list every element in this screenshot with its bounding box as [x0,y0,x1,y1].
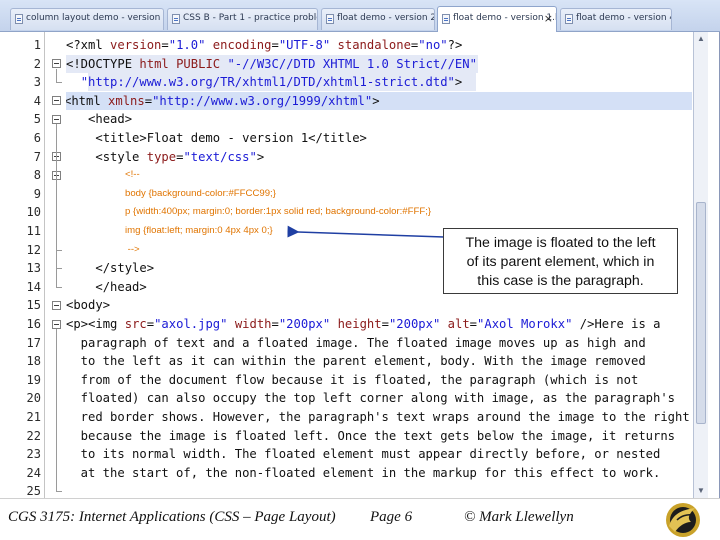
scroll-up-icon[interactable]: ▲ [694,32,708,46]
code-line: red border shows. However, the paragraph… [66,410,690,424]
line-number: 19 [26,372,41,387]
page-number: Page 6 [370,509,413,525]
code-line: to its normal width. The floated element… [66,447,661,462]
code-line: <?xml version="1.0" encoding="UTF-8" sta… [66,38,463,52]
fold-end [56,249,62,251]
html-file-icon [565,14,573,24]
callout-text-line: The image is floated to the left [465,235,656,251]
tab-column-layout-v2[interactable]: column layout demo - version 2.html [10,8,164,30]
line-number: 6 [33,131,41,145]
author-credit: © Mark Llewellyn [464,509,574,525]
line-number: 10 [26,205,41,220]
code-line: p {width:400px; margin:0; border:1px sol… [125,206,432,218]
tab-float-demo-v4[interactable]: float demo - version 4.html [560,8,672,30]
line-number: 8 [33,168,41,183]
line-number: 5 [33,112,41,127]
fold-end [56,268,62,270]
code-line: to the left as it can within the parent … [66,354,646,369]
line-number: 15 [26,298,41,313]
line-number: 17 [26,335,41,350]
code-line: <!DOCTYPE html PUBLIC "-//W3C//DTD XHTML… [66,56,477,71]
fold-end [56,286,62,288]
code-line: at the start of, the non-floated element… [66,465,661,480]
tab-label: float demo - version 1.html [453,13,556,23]
code-line: because the image is floated left. Once … [66,428,676,443]
line-number: 22 [26,428,41,443]
code-line: img {float:left; margin:0 4px 4px 0;} [125,225,273,236]
code-line: <title>Float demo - version 1</title> [95,131,367,145]
close-tab-icon[interactable]: × [544,12,553,26]
line-number: 9 [33,186,41,201]
scroll-down-icon[interactable]: ▼ [694,484,708,498]
code-line: </style> [95,261,155,276]
code-line: </head> [95,279,147,294]
tab-label: column layout demo - version 2.html [26,13,163,23]
code-line: from of the document flow because it is … [66,372,639,387]
code-line: paragraph of text and a floated image. T… [66,335,646,350]
tab-label: float demo - version 2.html [337,13,434,23]
code-line: "http://www.w3.org/TR/xhtml1/DTD/xhtml1-… [80,75,463,90]
line-number: 24 [26,465,41,480]
line-number: 14 [26,279,41,294]
callout-text-line: of its parent element, which in [466,254,655,270]
fold-toggle-icon[interactable] [52,114,61,124]
html-file-icon [15,14,23,24]
fold-toggle-icon[interactable] [52,96,61,106]
callout-text-line: this case is the paragraph. [477,273,644,289]
line-number-gutter: 1 2 3 4 5 6 7 8 9 10 11 12 13 14 15 16 17 18 19 20 21 22 23 24 2… [0,32,44,498]
tab-float-demo-v2[interactable]: float demo - version 2.html [321,8,435,30]
code-line: <head> [88,112,133,127]
code-line: --> [125,243,140,255]
callout-box: The image is floated to the left of its … [443,228,678,294]
code-line: <style type="text/css"> [95,149,265,164]
fold-toggle-icon[interactable] [52,319,61,329]
ucf-pegasus-logo-icon [655,500,713,538]
code-line: <p><img src="axol.jpg" width="200px" hei… [66,317,661,331]
course-title: CGS 3175: Internet Applications (CSS – P… [8,509,336,525]
fold-guide [56,329,57,492]
fold-end [56,82,62,84]
tab-label: CSS B - Part 1 - practice problem 3.html [183,13,317,23]
line-number: 18 [26,354,41,369]
line-number: 16 [26,317,41,331]
code-line: <body> [66,298,111,313]
line-number: 12 [26,242,41,257]
line-number: 2 [33,56,41,71]
slide-footer: CGS 3175: Internet Applications (CSS – P… [0,498,720,540]
line-number: 21 [26,410,41,424]
line-number: 7 [33,149,41,164]
line-number: 1 [33,38,41,52]
line-number: 11 [26,224,41,238]
fold-end [56,491,62,493]
line-number: 23 [26,447,41,462]
fold-guide [56,180,57,250]
tab-label: float demo - version 4.html [576,13,671,23]
html-file-icon [172,14,180,24]
tab-css-b-part1[interactable]: CSS B - Part 1 - practice problem 3.html [167,8,318,30]
tab-bar: column layout demo - version 2.html CSS … [0,0,720,32]
line-number: 4 [33,93,41,108]
code-line: <html xmlns="http://www.w3.org/1999/xhtm… [66,91,692,111]
line-number: 20 [26,391,41,406]
fold-toggle-icon[interactable] [52,59,61,69]
html-file-icon [326,14,334,24]
code-line: floated) can also occupy the top left co… [66,391,676,406]
fold-toggle-icon[interactable] [52,300,61,310]
gutter-divider [44,32,45,498]
scrollbar-thumb[interactable] [696,202,706,424]
vertical-scrollbar[interactable]: ▲ ▼ [693,32,708,498]
tab-float-demo-v1[interactable]: float demo - version 1.html × [437,6,557,32]
code-line: body {background-color:#FFCC99;} [125,187,276,199]
code-line: <!-- [125,169,140,181]
line-number: 13 [26,261,41,276]
html-file-icon [442,14,450,24]
line-number: 3 [33,75,41,90]
fold-guide [56,68,57,83]
